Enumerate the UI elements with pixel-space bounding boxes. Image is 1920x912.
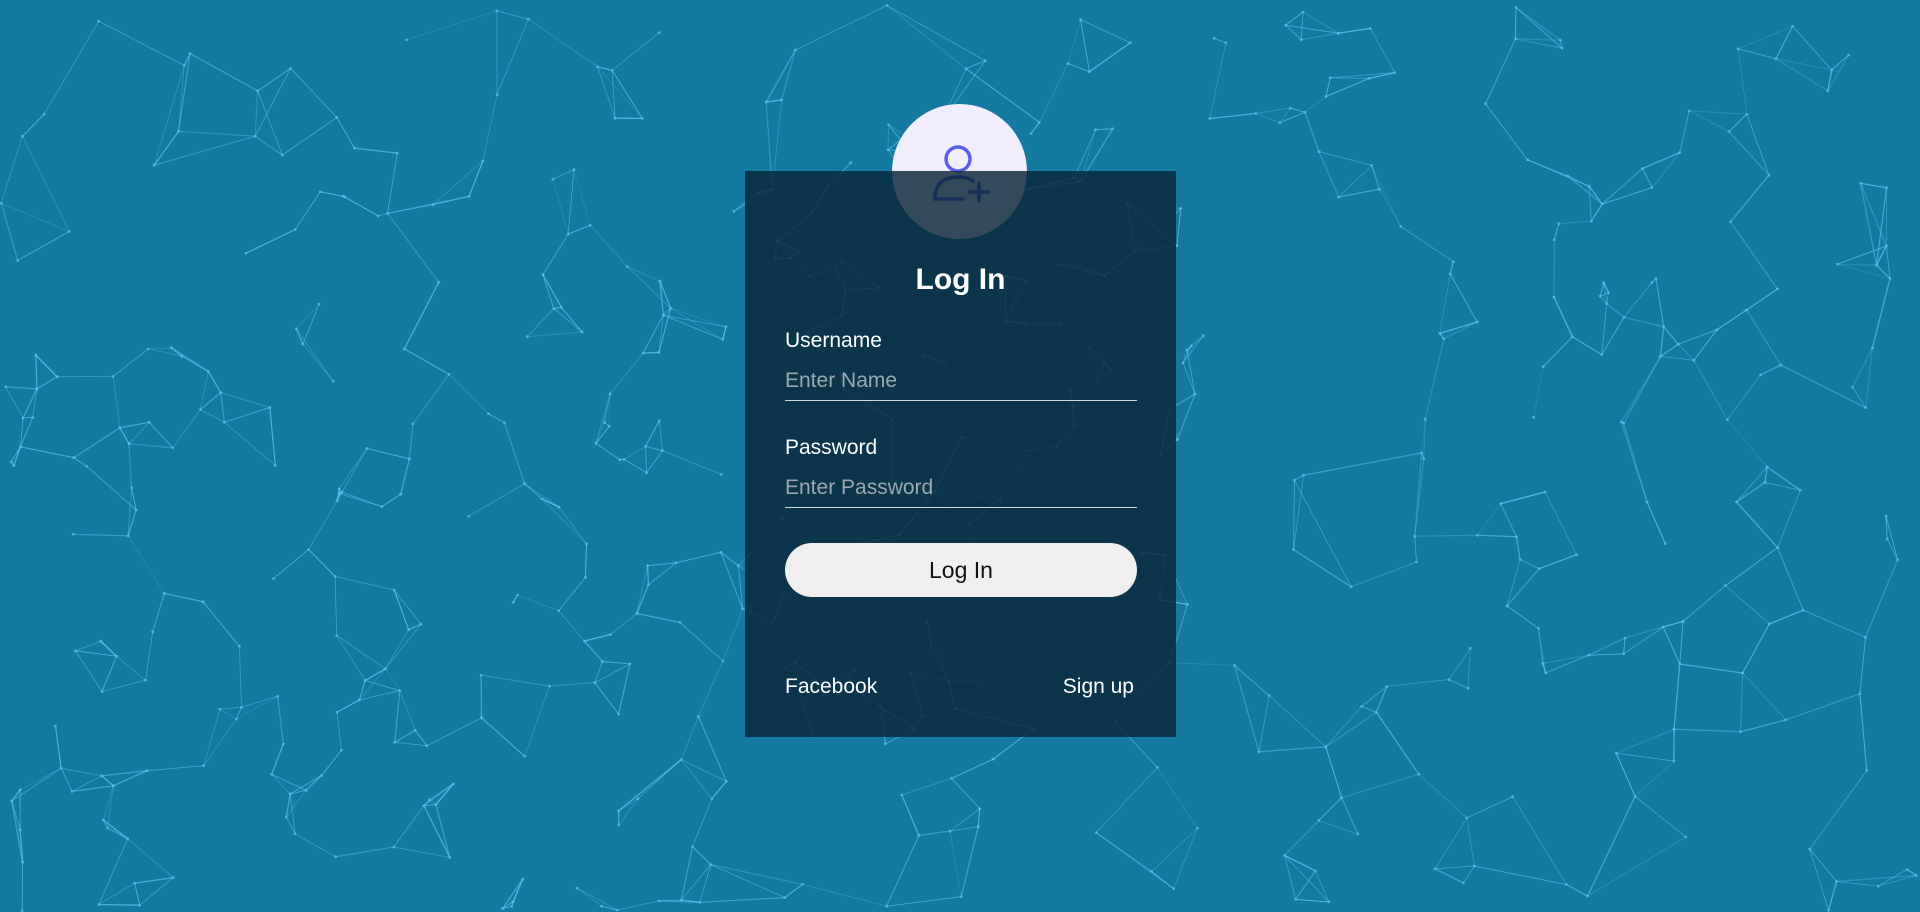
username-label: Username (785, 329, 882, 352)
signup-link[interactable]: Sign up (1063, 675, 1134, 699)
username-input[interactable] (785, 361, 1137, 401)
login-form: Log In Username Password Log In Facebook… (745, 171, 1176, 737)
password-input[interactable] (785, 468, 1137, 508)
facebook-link[interactable]: Facebook (785, 675, 877, 699)
password-label: Password (785, 436, 878, 459)
login-button[interactable]: Log In (785, 543, 1137, 597)
login-title: Log In (915, 263, 1006, 296)
